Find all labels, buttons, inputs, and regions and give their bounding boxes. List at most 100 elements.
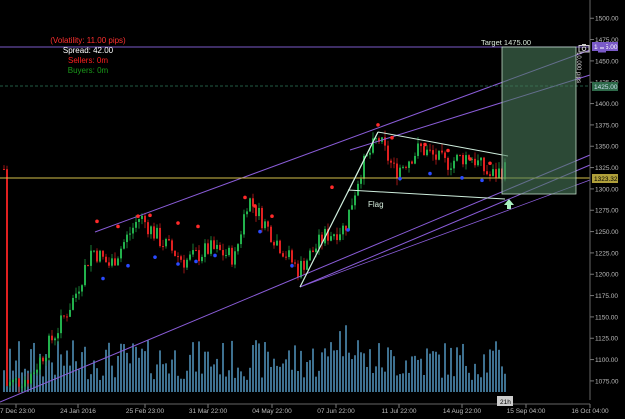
swing-high-marker	[488, 161, 492, 166]
volume-bar	[180, 378, 182, 392]
swing-low-marker	[480, 178, 484, 183]
candle-body	[393, 162, 395, 164]
price-tick-label: 1300.00	[595, 186, 619, 193]
volume-bar	[378, 343, 380, 392]
candle-body	[120, 248, 122, 259]
candle-body	[411, 161, 413, 164]
volume-bar	[132, 343, 134, 392]
volume-bar	[72, 340, 74, 392]
time-tick-label: 15 Sep 04:00	[507, 408, 546, 415]
swing-low-marker	[258, 229, 262, 234]
volume-bar	[288, 350, 290, 392]
volume-bar	[447, 374, 449, 392]
volume-bar	[396, 375, 398, 392]
volume-bar	[438, 354, 440, 392]
volume-bar	[474, 363, 476, 392]
volume-bar	[204, 351, 206, 392]
candle-body	[489, 174, 491, 176]
volume-bar	[252, 345, 254, 392]
time-tick-label: 11 Jul 22:00	[382, 408, 417, 415]
volume-bar	[309, 360, 311, 392]
candle-body	[24, 379, 26, 387]
candle-body	[390, 160, 392, 163]
candle-body	[174, 250, 176, 257]
current-price-label: 1323.32	[594, 176, 618, 183]
candle-body	[183, 259, 185, 268]
volume-bar	[159, 350, 161, 392]
price-tick-label: 1150.00	[595, 314, 618, 321]
candle-body	[447, 157, 449, 170]
candle-body	[336, 234, 338, 241]
volume-bar	[240, 371, 242, 392]
candle-body	[75, 293, 77, 298]
swing-low-marker	[290, 263, 294, 268]
candle-body	[189, 254, 191, 260]
candle-body	[306, 260, 308, 270]
volume-bar	[306, 361, 308, 392]
volume-bar	[375, 366, 377, 392]
volume-bar	[282, 363, 284, 392]
candle-body	[435, 154, 437, 160]
candle-body	[114, 258, 116, 266]
candle-body	[138, 218, 140, 222]
swing-high-marker	[390, 135, 394, 140]
volume-bar	[96, 368, 98, 392]
volume-bar	[501, 366, 503, 392]
volume-bar	[267, 351, 269, 392]
price-tick-label: 1075.00	[595, 378, 619, 385]
candle-body	[405, 166, 407, 168]
volume-bar	[453, 376, 455, 392]
minus-icon[interactable]	[598, 40, 606, 53]
candle-body	[255, 206, 257, 217]
candle-body	[402, 166, 404, 168]
candle-body	[498, 168, 500, 178]
volume-bar	[297, 371, 299, 392]
volume-bar	[279, 366, 281, 392]
volume-bar	[222, 343, 224, 392]
volume-bar	[243, 376, 245, 392]
volume-bar	[354, 355, 356, 392]
volume-bar	[93, 360, 95, 392]
timeframe-label: 21h	[500, 399, 511, 406]
volume-bar	[75, 361, 77, 392]
candle-body	[204, 243, 206, 257]
candle-body	[339, 234, 341, 241]
camera-icon[interactable]	[578, 40, 590, 53]
trading-chart[interactable]: 1500.001475.001450.001425.001400.001375.…	[0, 0, 625, 419]
swing-high-marker	[253, 204, 257, 208]
volume-bar	[213, 364, 215, 392]
candle-body	[84, 264, 86, 286]
candle-body	[195, 250, 197, 252]
swing-low-marker	[460, 176, 464, 180]
volume-bar	[81, 352, 83, 392]
candle-body	[474, 158, 476, 166]
volume-bar	[405, 360, 407, 392]
upper-level-label: 1425.00	[594, 84, 618, 91]
volume-bar	[99, 379, 101, 392]
volume-bar	[150, 373, 152, 392]
swing-high-marker	[116, 224, 120, 229]
candle-body	[27, 379, 29, 384]
volume-bar	[207, 351, 209, 392]
swing-high-marker	[136, 214, 140, 219]
candle-body	[234, 251, 236, 265]
volume-bar	[387, 347, 389, 392]
candle-body	[228, 247, 230, 256]
candle-body	[213, 240, 215, 249]
candle-body	[36, 369, 38, 373]
price-tick-label: 1350.00	[595, 144, 619, 151]
candle-body	[297, 263, 299, 278]
candle-body	[414, 155, 416, 164]
volume-bar	[303, 377, 305, 392]
price-tick-label: 1325.00	[595, 165, 619, 172]
candle-body	[243, 214, 245, 235]
candle-body	[303, 260, 305, 270]
volume-bar	[165, 363, 167, 392]
candle-body	[78, 291, 80, 294]
candle-body	[132, 227, 134, 234]
volume-bar	[495, 341, 497, 392]
volume-bar	[141, 348, 143, 392]
candle-body	[111, 258, 113, 266]
candle-body	[309, 250, 311, 261]
volume-bar	[294, 345, 296, 392]
